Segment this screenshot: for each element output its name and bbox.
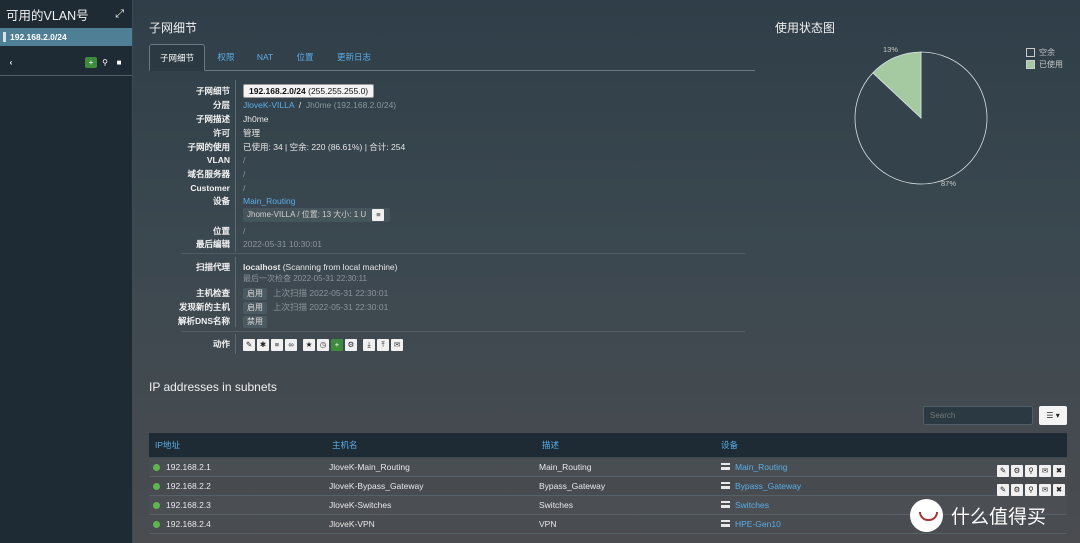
free-swatch <box>1026 47 1035 57</box>
col-device[interactable]: 设备 <box>721 433 738 458</box>
legend-free[interactable]: 空余 <box>1026 46 1063 58</box>
table-row[interactable]: 192.168.2.2 JloveK-Bypass_Gateway Bypass… <box>149 477 1067 496</box>
last-edit-value: 2022-05-31 10:30:01 <box>243 239 322 249</box>
divider <box>235 334 236 354</box>
list-icon: ☰ <box>1046 411 1054 420</box>
edit-icon[interactable]: ✎ <box>243 338 255 351</box>
upload-icon[interactable]: ⤒ <box>377 338 389 351</box>
add-icon[interactable]: + <box>331 338 343 351</box>
section-title: 子网细节 <box>149 21 198 35</box>
nameservers-value: / <box>243 169 246 179</box>
table-header: IP地址 主机名 描述 设备 <box>149 433 1067 458</box>
tab-permissions[interactable]: 权限 <box>205 44 247 71</box>
settings-icon[interactable]: ✱ <box>257 338 269 351</box>
ip-section-title: IP addresses in subnets <box>149 380 277 394</box>
hierarchy-link[interactable]: JloveK-VILLA <box>243 100 294 110</box>
search-input[interactable] <box>923 406 1033 425</box>
usage-value: 已使用: 34 | 空余: 220 (86.61%) | 合计: 254 <box>243 142 406 152</box>
tab-changelog[interactable]: 更新日志 <box>327 44 381 71</box>
status-badge: 启用 <box>243 288 267 300</box>
tab-subnet-details[interactable]: 子网细节 <box>149 44 205 71</box>
star-icon[interactable]: ★ <box>303 338 315 351</box>
rack-icon[interactable]: ≡ <box>372 208 385 221</box>
add-subnet-button[interactable]: + <box>85 56 97 68</box>
status-online-icon <box>153 464 160 471</box>
mail-icon[interactable]: ✉ <box>391 338 403 351</box>
device-icon <box>721 520 730 527</box>
status-online-icon <box>153 521 160 528</box>
col-hostname[interactable]: 主机名 <box>332 433 358 458</box>
vlan-value: / <box>243 155 246 165</box>
search-icon[interactable]: ⚲ <box>1025 483 1037 496</box>
history-icon[interactable]: ◷ <box>317 338 329 351</box>
delete-icon[interactable]: ✖ <box>1053 483 1065 496</box>
device-link[interactable]: Main_Routing <box>243 194 295 208</box>
status-online-icon <box>153 502 160 509</box>
expand-icon[interactable]: ⤢ <box>115 8 124 21</box>
sidebar-item-subnet[interactable]: 192.168.2.0/24 <box>0 28 132 46</box>
delete-icon[interactable]: ✖ <box>1053 464 1065 477</box>
legend-used[interactable]: 已使用 <box>1026 58 1063 70</box>
columns-dropdown-button[interactable]: ☰ ▾ <box>1039 406 1067 425</box>
divider <box>181 253 745 254</box>
device-location-box: Jhome-VILLA / 位置: 13 大小: 1 U ≡ <box>243 208 391 222</box>
status-badge: 禁用 <box>243 316 267 328</box>
usage-pie-chart <box>854 51 988 185</box>
device-icon <box>721 482 730 489</box>
edit-icon[interactable]: ✎ <box>997 464 1009 477</box>
brand-logo-icon <box>910 499 943 532</box>
usage-chart-title: 使用状态图 <box>775 21 836 35</box>
table-row[interactable]: 192.168.2.1 JloveK-Main_Routing Main_Rou… <box>149 458 1067 477</box>
caret-down-icon: ▾ <box>1055 411 1060 420</box>
folder-icon[interactable]: ■ <box>113 56 125 68</box>
sidebar-toolbar: ‹ + ⚲ ■ <box>0 52 132 72</box>
main-content: 子网细节 子网细节 权限 NAT 位置 更新日志 子网细节 192.168.2.… <box>133 0 1080 543</box>
tab-nat[interactable]: NAT <box>247 44 283 71</box>
action-toolbar: ✎ ✱ ≡ ∞ ★ ◷ + ⚙ ⤓ ⤒ ✉ <box>243 337 405 351</box>
col-description[interactable]: 描述 <box>542 433 559 458</box>
list-icon[interactable]: ≡ <box>271 338 283 351</box>
used-percent-label: 13% <box>883 45 899 54</box>
chart-legend: 空余 已使用 <box>1026 46 1063 70</box>
edit-icon[interactable]: ✎ <box>997 483 1009 496</box>
divider <box>235 80 236 252</box>
device-icon <box>721 463 730 470</box>
status-badge: 启用 <box>243 302 267 314</box>
used-swatch <box>1026 59 1035 69</box>
search-icon[interactable]: ⚲ <box>1025 464 1037 477</box>
mail-icon[interactable]: ✉ <box>1039 483 1051 496</box>
subnet-value-box[interactable]: 192.168.2.0/24 (255.255.255.0) <box>243 84 375 98</box>
settings-icon[interactable]: ⚙ <box>1011 483 1023 496</box>
divider <box>181 331 745 332</box>
label: 分层 <box>212 100 230 110</box>
label: 子网细节 <box>195 86 230 96</box>
customer-value: / <box>243 183 246 193</box>
settings-icon[interactable]: ⚙ <box>1011 464 1023 477</box>
sidebar: 可用的VLAN号 ⤢ 192.168.2.0/24 ‹ + ⚲ ■ <box>0 0 133 543</box>
download-icon[interactable]: ⤓ <box>363 338 375 351</box>
watermark: 什么值得买 <box>910 499 1046 532</box>
tab-location[interactable]: 位置 <box>283 44 327 71</box>
hierarchy-current: Jh0me (192.168.2.0/24) <box>305 100 397 110</box>
device-icon <box>721 501 730 508</box>
mail-icon[interactable]: ✉ <box>1039 464 1051 477</box>
location-value: / <box>243 226 246 236</box>
tab-bar: 子网细节 权限 NAT 位置 更新日志 <box>149 44 755 71</box>
description-value: Jh0me <box>243 114 269 124</box>
sidebar-divider <box>0 75 132 76</box>
free-percent-label: 87% <box>941 179 957 188</box>
divider <box>235 257 236 327</box>
col-ip[interactable]: IP地址 <box>155 433 180 458</box>
search-icon[interactable]: ⚲ <box>99 56 111 68</box>
status-online-icon <box>153 483 160 490</box>
scan-agent: localhost <box>243 262 281 272</box>
sidebar-header: 可用的VLAN号 ⤢ <box>0 0 132 28</box>
collapse-left-icon[interactable]: ‹ <box>5 56 17 68</box>
scan-icon[interactable]: ⚙ <box>345 338 357 351</box>
watermark-text: 什么值得买 <box>951 506 1047 528</box>
sidebar-title: 可用的VLAN号 <box>6 8 89 23</box>
permission-value: 管理 <box>243 128 261 138</box>
link-icon[interactable]: ∞ <box>285 338 297 351</box>
